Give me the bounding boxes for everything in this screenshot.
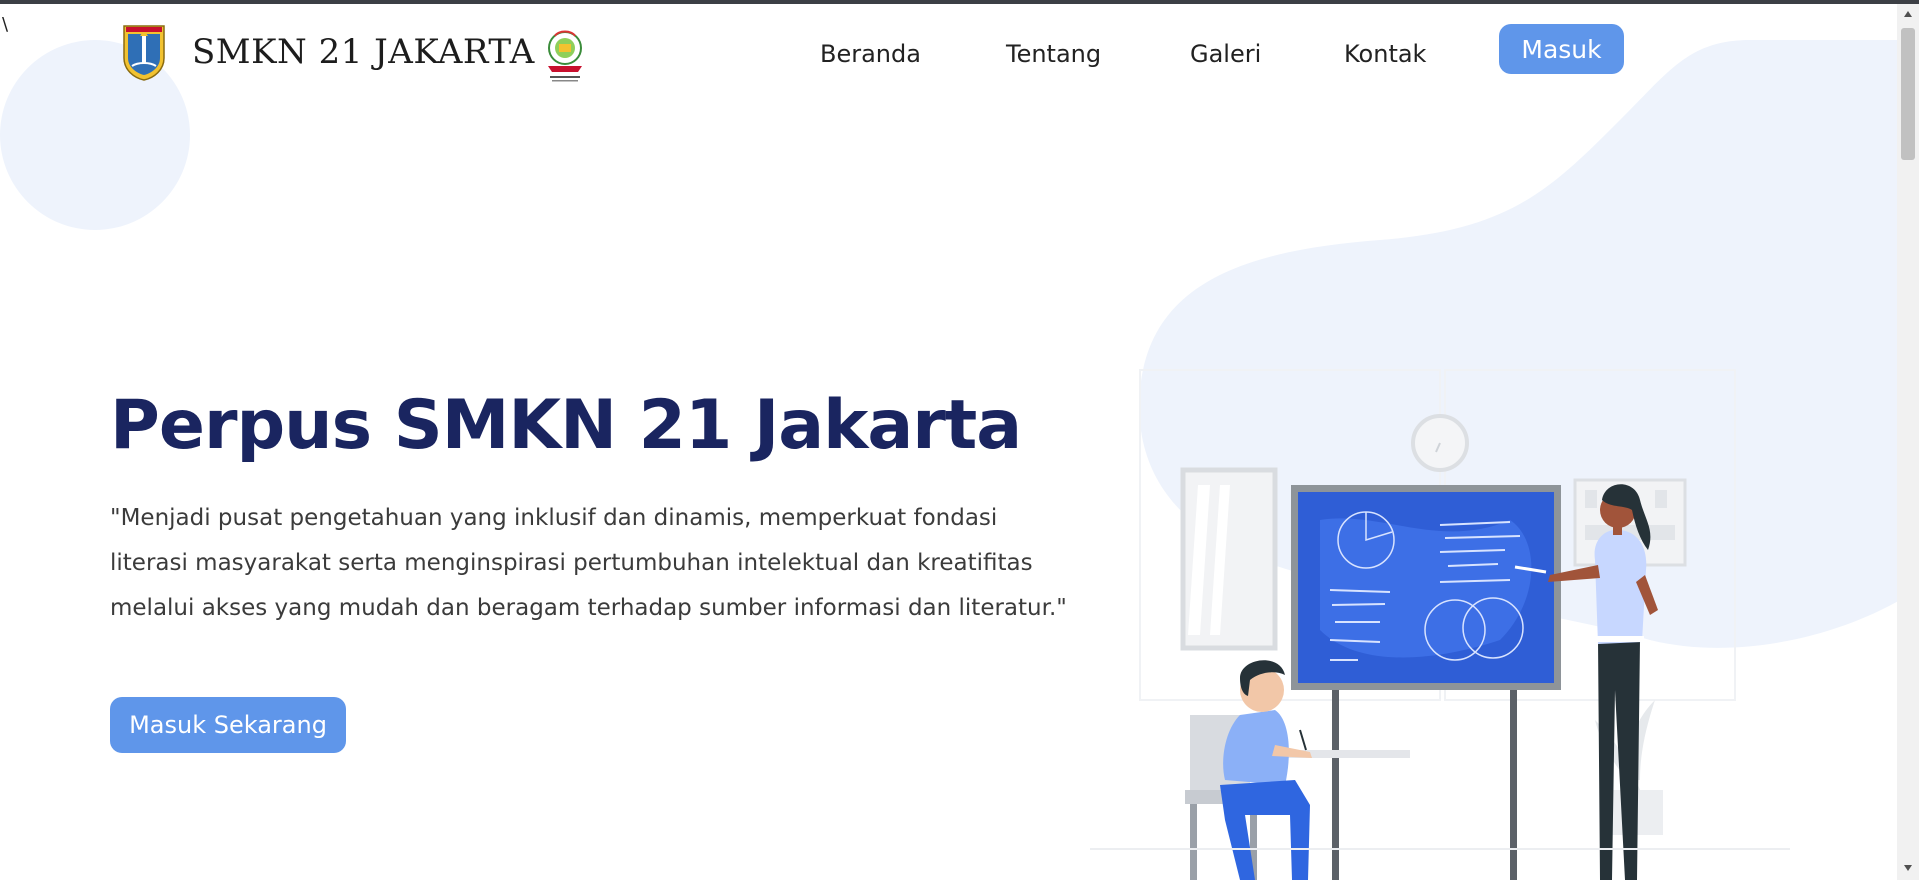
classroom-illustration <box>1090 369 1790 880</box>
site-header: SMKN 21 JAKARTA Beranda Tentang Galeri K… <box>0 4 1897 104</box>
brand-name[interactable]: SMKN 21 JAKARTA <box>192 32 535 72</box>
scroll-up-arrow-icon[interactable] <box>1897 10 1919 24</box>
hero-quote: "Menjadi pusat pengetahuan yang inklusif… <box>110 505 1067 621</box>
login-button[interactable]: Masuk <box>1499 24 1624 74</box>
school-crest-icon[interactable] <box>540 26 590 86</box>
nav-beranda[interactable]: Beranda <box>820 40 921 68</box>
cta-login-button[interactable]: Masuk Sekarang <box>110 697 346 753</box>
nav-kontak[interactable]: Kontak <box>1344 40 1426 68</box>
nav-galeri[interactable]: Galeri <box>1190 40 1261 68</box>
scroll-down-arrow-icon[interactable] <box>1897 864 1919 878</box>
vertical-scrollbar[interactable] <box>1897 4 1919 880</box>
jakarta-emblem-icon[interactable] <box>120 22 168 82</box>
nav-tentang[interactable]: Tentang <box>1006 40 1101 68</box>
hero-title: Perpus SMKN 21 Jakarta <box>110 386 1022 465</box>
scrollbar-thumb[interactable] <box>1901 28 1915 160</box>
